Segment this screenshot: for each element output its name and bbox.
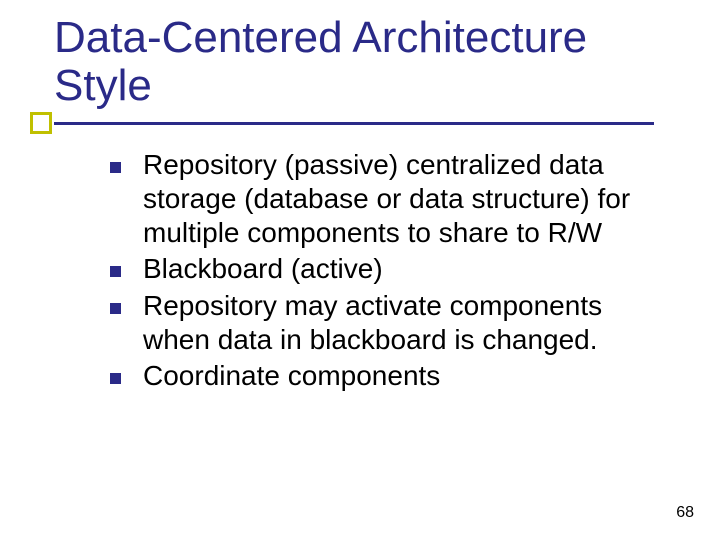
- title-underline: [54, 122, 654, 125]
- bullet-icon: [110, 162, 121, 173]
- bullet-text: Blackboard (active): [143, 252, 670, 286]
- bullet-icon: [110, 303, 121, 314]
- page-number: 68: [676, 504, 694, 522]
- bullet-text: Repository may activate components when …: [143, 289, 670, 357]
- bullet-list: Repository (passive) centralized data st…: [110, 148, 670, 395]
- slide-title: Data-Centered Architecture Style: [54, 14, 674, 109]
- bullet-text: Coordinate components: [143, 359, 670, 393]
- decorative-corner-box: [30, 112, 52, 134]
- bullet-icon: [110, 266, 121, 277]
- slide: Data-Centered Architecture Style Reposit…: [0, 0, 720, 540]
- list-item: Repository (passive) centralized data st…: [110, 148, 670, 250]
- bullet-text: Repository (passive) centralized data st…: [143, 148, 670, 250]
- list-item: Coordinate components: [110, 359, 670, 393]
- list-item: Repository may activate components when …: [110, 289, 670, 357]
- list-item: Blackboard (active): [110, 252, 670, 286]
- bullet-icon: [110, 373, 121, 384]
